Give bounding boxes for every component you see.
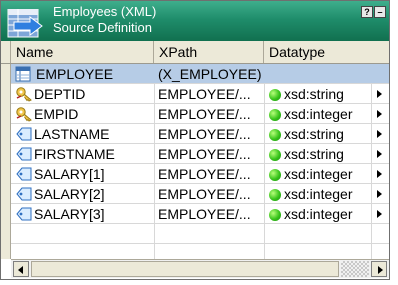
table-row[interactable]: SALARY[3] EMPLOYEE/... xsd:integer	[1, 204, 389, 224]
expand-arrow-icon[interactable]	[371, 84, 389, 104]
scroll-left-button[interactable]	[13, 261, 29, 277]
title-line-2: Source Definition	[53, 20, 152, 35]
field-xpath: EMPLOYEE/...	[158, 86, 251, 102]
table-row[interactable]: EMPID EMPLOYEE/... xsd:integer	[1, 104, 389, 124]
scroll-right-button[interactable]	[371, 261, 387, 277]
field-xpath: EMPLOYEE/...	[158, 146, 251, 162]
datatype-label: xsd:integer	[284, 106, 353, 122]
arrow-left-icon	[18, 266, 23, 274]
row-divider	[11, 243, 389, 244]
title-line-1: Employees (XML)	[53, 4, 157, 19]
header-corner	[1, 41, 11, 63]
table-icon	[15, 66, 31, 82]
help-button[interactable]: ?	[361, 6, 373, 18]
datatype-label: xsd:string	[284, 146, 344, 162]
row-divider	[11, 203, 389, 204]
column-divider	[371, 84, 372, 259]
source-definition-panel: Employees (XML) Source Definition ? – Na…	[0, 0, 390, 280]
source-definition-icon	[7, 9, 43, 38]
field-name: SALARY[2]	[34, 186, 105, 202]
column-header-datatype[interactable]: Datatype	[264, 41, 389, 63]
row-divider	[11, 223, 389, 224]
table-row[interactable]: FIRSTNAME EMPLOYEE/... xsd:string	[1, 144, 389, 164]
field-xpath: EMPLOYEE/...	[158, 166, 251, 182]
field-datatype: xsd:integer	[269, 104, 371, 124]
expand-arrow-icon[interactable]	[371, 124, 389, 144]
grid-header: Name XPath Datatype	[1, 41, 389, 64]
field-xpath: EMPLOYEE/...	[158, 206, 251, 222]
group-xpath: (X_EMPLOYEE)	[158, 66, 262, 82]
table-row-employee[interactable]: EMPLOYEE (X_EMPLOYEE)	[11, 64, 389, 84]
datatype-label: xsd:integer	[284, 186, 353, 202]
field-datatype: xsd:string	[269, 144, 371, 164]
row-divider	[11, 103, 389, 104]
row-divider	[11, 83, 389, 84]
table-row[interactable]: LASTNAME EMPLOYEE/... xsd:string	[1, 124, 389, 144]
status-dot-icon	[269, 169, 281, 181]
field-datatype: xsd:integer	[269, 204, 371, 224]
field-name: LASTNAME	[34, 126, 110, 142]
expand-arrow-icon[interactable]	[371, 204, 389, 224]
group-name: EMPLOYEE	[36, 66, 114, 82]
field-datatype: xsd:string	[269, 84, 371, 104]
scrollbar-thumb[interactable]	[31, 261, 339, 277]
expand-arrow-icon[interactable]	[371, 104, 389, 124]
status-dot-icon	[269, 149, 281, 161]
datatype-label: xsd:string	[284, 126, 344, 142]
status-dot-icon	[269, 89, 281, 101]
field-name: EMPID	[34, 106, 79, 122]
row-divider	[11, 163, 389, 164]
status-dot-icon	[269, 109, 281, 121]
table-row[interactable]: SALARY[2] EMPLOYEE/... xsd:integer	[1, 184, 389, 204]
column-divider	[154, 84, 155, 259]
column-header-xpath[interactable]: XPath	[154, 41, 264, 63]
datatype-label: xsd:integer	[284, 166, 353, 182]
status-dot-icon	[269, 129, 281, 141]
status-dot-icon	[269, 209, 281, 221]
expand-arrow-icon[interactable]	[371, 164, 389, 184]
field-name: FIRSTNAME	[34, 146, 115, 162]
arrow-right-icon	[378, 266, 383, 274]
column-header-name[interactable]: Name	[11, 41, 154, 63]
horizontal-scrollbar[interactable]	[11, 259, 389, 278]
field-xpath: EMPLOYEE/...	[158, 126, 251, 142]
field-name: SALARY[3]	[34, 206, 105, 222]
expand-arrow-icon[interactable]	[371, 184, 389, 204]
datatype-label: xsd:integer	[284, 206, 353, 222]
column-divider	[264, 84, 265, 259]
minimize-button[interactable]: –	[374, 6, 386, 18]
expand-arrow-icon[interactable]	[371, 144, 389, 164]
table-row[interactable]: DEPTID EMPLOYEE/... xsd:string	[1, 84, 389, 104]
row-divider	[11, 143, 389, 144]
field-datatype: xsd:integer	[269, 184, 371, 204]
row-divider	[11, 183, 389, 184]
field-datatype: xsd:string	[269, 124, 371, 144]
datatype-label: xsd:string	[284, 86, 344, 102]
field-name: DEPTID	[34, 86, 86, 102]
scrollbar-track[interactable]	[341, 261, 369, 277]
row-divider	[11, 123, 389, 124]
field-xpath: EMPLOYEE/...	[158, 106, 251, 122]
title-text: Employees (XML) Source Definition	[53, 4, 156, 36]
field-name: SALARY[1]	[34, 166, 105, 182]
title-bar[interactable]: Employees (XML) Source Definition ? –	[1, 1, 389, 41]
field-xpath: EMPLOYEE/...	[158, 186, 251, 202]
table-row[interactable]: SALARY[1] EMPLOYEE/... xsd:integer	[1, 164, 389, 184]
field-datatype: xsd:integer	[269, 164, 371, 184]
status-dot-icon	[269, 189, 281, 201]
